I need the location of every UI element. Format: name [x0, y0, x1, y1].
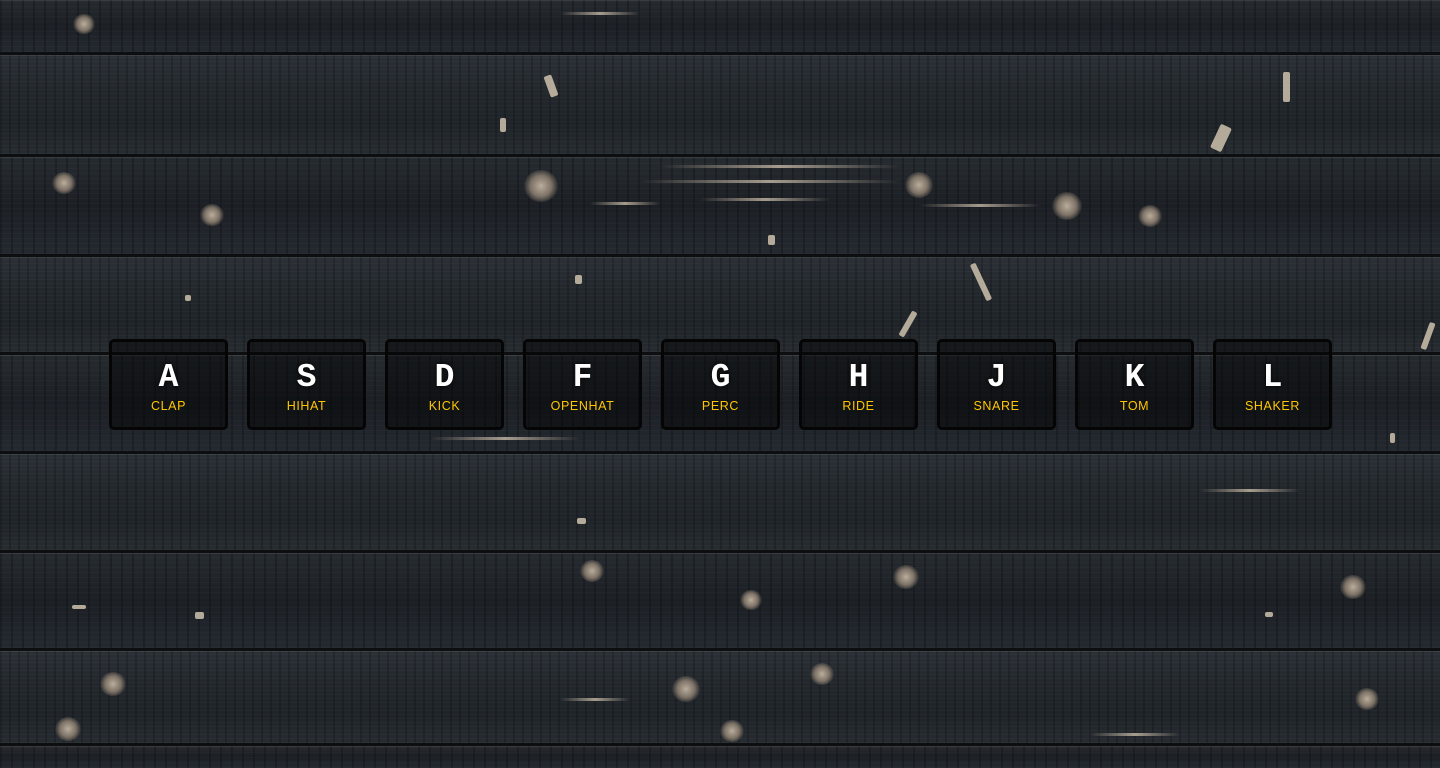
key-g[interactable]: G perc	[661, 339, 780, 430]
wood-scratch	[640, 180, 900, 183]
key-a[interactable]: A clap	[109, 339, 228, 430]
wood-scratch	[660, 165, 900, 168]
wood-knot	[720, 720, 744, 742]
key-j[interactable]: J snare	[937, 339, 1056, 430]
wood-knot	[580, 560, 604, 582]
key-sound-label: shaker	[1244, 399, 1300, 413]
wood-knot	[810, 663, 834, 685]
key-sound-label: clap	[150, 399, 187, 413]
wood-fleck	[185, 295, 191, 301]
wood-fleck	[72, 605, 86, 609]
key-k[interactable]: K tom	[1075, 339, 1194, 430]
wood-knot	[200, 204, 224, 226]
wood-knot	[100, 672, 126, 696]
key-sound-label: openhat	[550, 399, 615, 413]
key-sound-label: perc	[701, 399, 740, 413]
wood-scratch	[430, 437, 580, 440]
wood-plank	[0, 454, 1440, 553]
key-letter: H	[848, 359, 869, 396]
wood-fleck	[575, 275, 582, 284]
wood-plank	[0, 0, 1440, 55]
wood-fleck	[1390, 433, 1395, 443]
wood-knot	[1340, 575, 1366, 599]
wood-scratch	[700, 198, 830, 201]
wood-plank	[0, 553, 1440, 651]
wood-knot	[1355, 688, 1379, 710]
wood-fleck	[195, 612, 204, 619]
wood-plank	[0, 746, 1440, 768]
wood-fleck	[1265, 612, 1273, 617]
wood-scratch	[560, 698, 630, 701]
wood-knot	[905, 172, 933, 198]
drum-keys: A clap S hihat D kick F openhat G perc H…	[109, 339, 1332, 430]
key-sound-label: tom	[1119, 399, 1150, 413]
wood-scratch	[590, 202, 660, 205]
key-letter: K	[1124, 359, 1145, 396]
wood-knot	[73, 14, 95, 34]
key-letter: G	[710, 359, 731, 396]
wood-knot	[740, 590, 762, 610]
wood-knot	[524, 170, 558, 202]
wood-knot	[52, 172, 76, 194]
key-l[interactable]: L shaker	[1213, 339, 1332, 430]
wood-knot	[1052, 192, 1082, 220]
key-letter: L	[1262, 359, 1283, 396]
key-sound-label: ride	[842, 399, 875, 413]
key-h[interactable]: H ride	[799, 339, 918, 430]
key-letter: A	[158, 359, 179, 396]
key-sound-label: kick	[428, 399, 461, 413]
wood-knot	[55, 717, 81, 741]
key-letter: D	[434, 359, 455, 396]
key-letter: S	[296, 359, 317, 396]
wood-scratch	[1200, 489, 1300, 492]
wood-knot	[672, 676, 700, 702]
wood-scratch	[560, 12, 640, 15]
wood-fleck	[577, 518, 586, 524]
key-f[interactable]: F openhat	[523, 339, 642, 430]
wood-fleck	[500, 118, 506, 132]
key-sound-label: snare	[973, 399, 1020, 413]
key-letter: J	[986, 359, 1007, 396]
key-d[interactable]: D kick	[385, 339, 504, 430]
wood-scratch	[920, 204, 1040, 207]
key-sound-label: hihat	[286, 399, 327, 413]
wood-scratch	[1090, 733, 1180, 736]
wood-knot	[1138, 205, 1162, 227]
wood-knot	[893, 565, 919, 589]
wood-fleck	[1283, 72, 1290, 102]
key-letter: F	[572, 359, 593, 396]
key-s[interactable]: S hihat	[247, 339, 366, 430]
wood-fleck	[768, 235, 775, 245]
